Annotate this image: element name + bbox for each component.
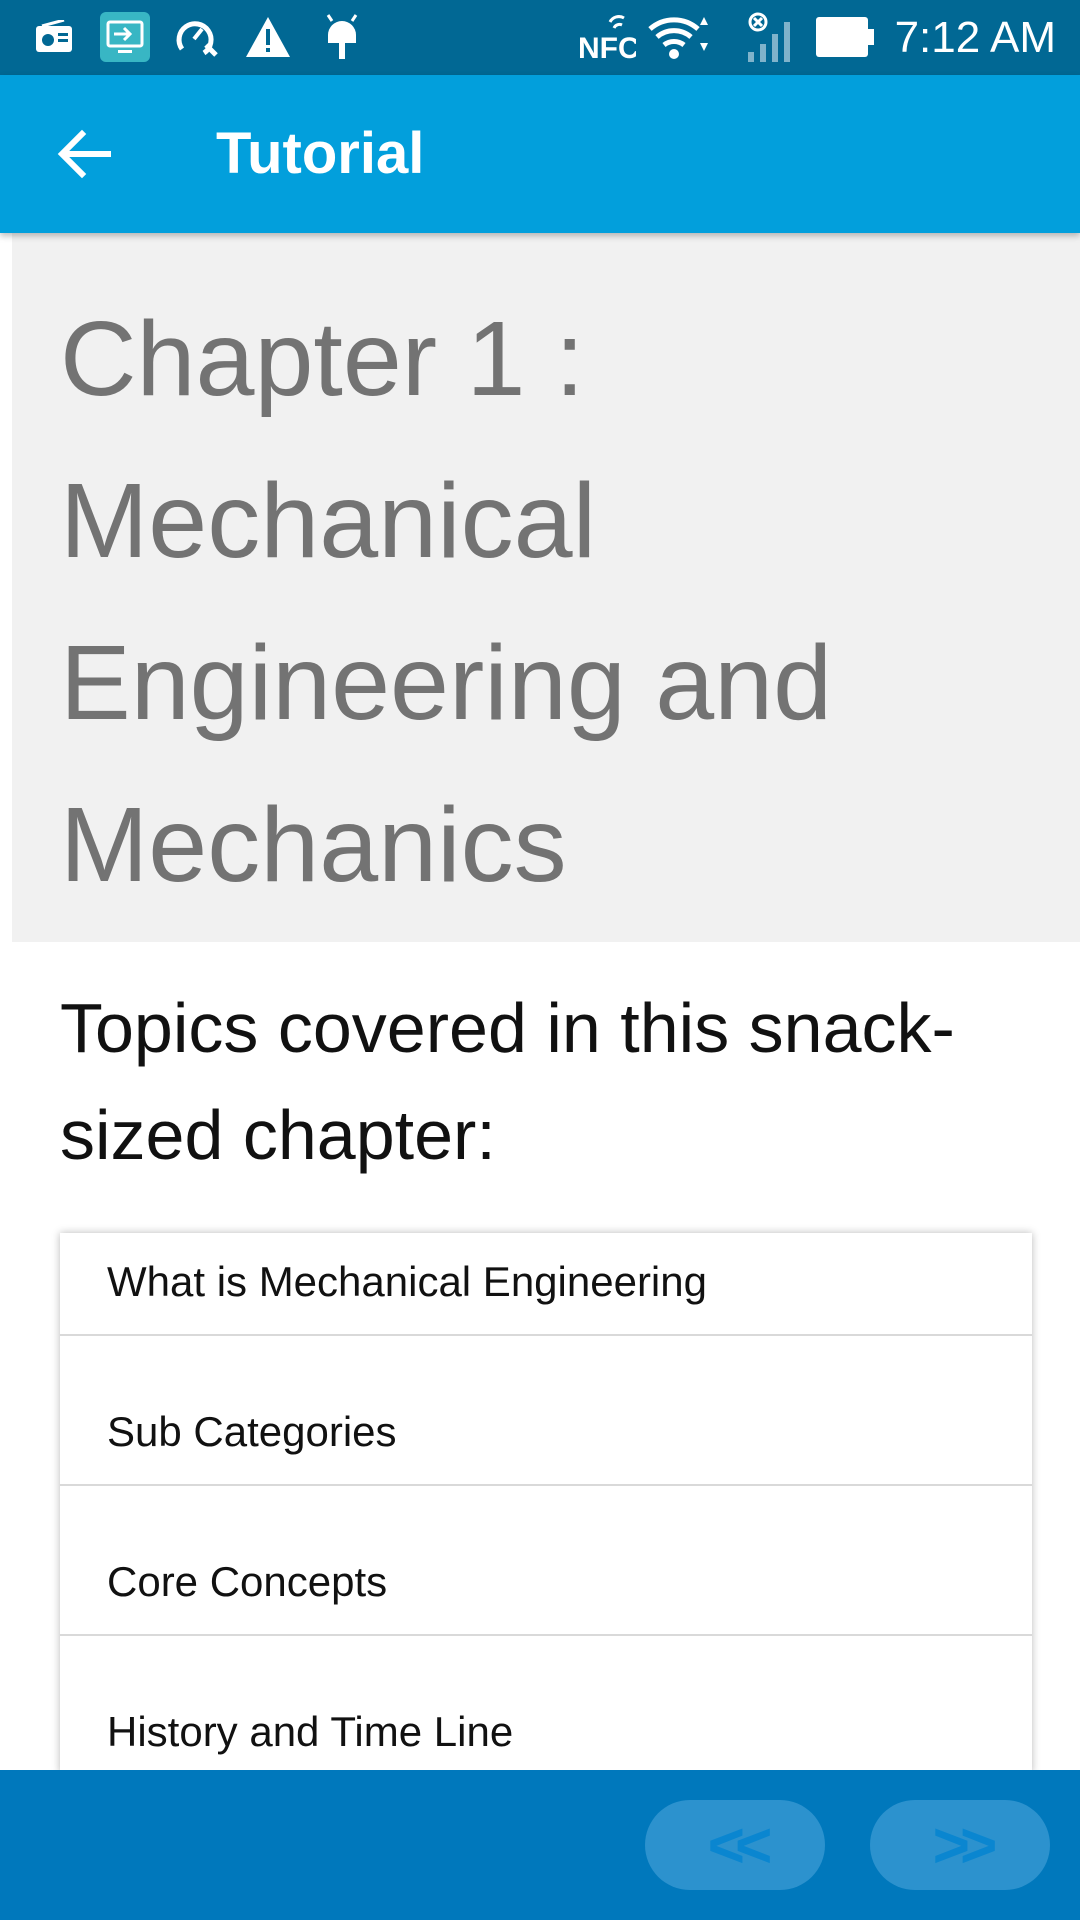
topic-label: Core Concepts (107, 1558, 388, 1605)
screen: NFC 7:12 AM Tutorial Chapter 1: Mechani… (0, 0, 1080, 1920)
chapter-header: Chapter 1 : Mechanical Engineering and M… (12, 233, 1080, 942)
topic-label: Sub Categories (107, 1408, 397, 1455)
topic-item-history-and-time-line[interactable]: History and Time Line (60, 1636, 1032, 1773)
status-time: 7:12 AM (894, 13, 1056, 62)
battery-icon (816, 12, 876, 62)
bottom-nav-bar: << >> (0, 1770, 1080, 1920)
page-title: Tutorial (216, 121, 425, 186)
wifi-icon (648, 12, 708, 62)
signal-icon (744, 12, 802, 62)
previous-button[interactable]: << (645, 1800, 825, 1890)
arrow-left-icon (57, 129, 111, 179)
topic-item-what-is-mechanical-engineering[interactable]: What is Mechanical Engineering (60, 1233, 1032, 1336)
android-icon (322, 12, 362, 62)
topic-item-core-concepts[interactable]: Core Concepts (60, 1486, 1032, 1636)
screen-share-icon (100, 12, 150, 62)
next-button[interactable]: >> (870, 1800, 1050, 1890)
topic-label: History and Time Line (107, 1708, 514, 1755)
status-bar: NFC 7:12 AM (0, 0, 1080, 75)
app-bar: Tutorial (0, 75, 1080, 233)
topics-heading: Topics covered in this snack-sized chapt… (60, 989, 955, 1174)
back-button[interactable] (40, 114, 128, 194)
speed-test-icon (174, 12, 220, 62)
topic-label: What is Mechanical Engineering (107, 1258, 707, 1305)
radio-icon (34, 12, 74, 62)
topic-item-sub-categories[interactable]: Sub Categories (60, 1336, 1032, 1486)
nfc-icon: NFC (576, 12, 636, 62)
chapter-title: Chapter 1 : Mechanical Engineering and M… (60, 300, 833, 904)
topic-list: What is Mechanical Engineering Sub Categ… (60, 1233, 1032, 1773)
nfc-label: NFC (578, 32, 636, 62)
warning-icon (244, 12, 292, 62)
